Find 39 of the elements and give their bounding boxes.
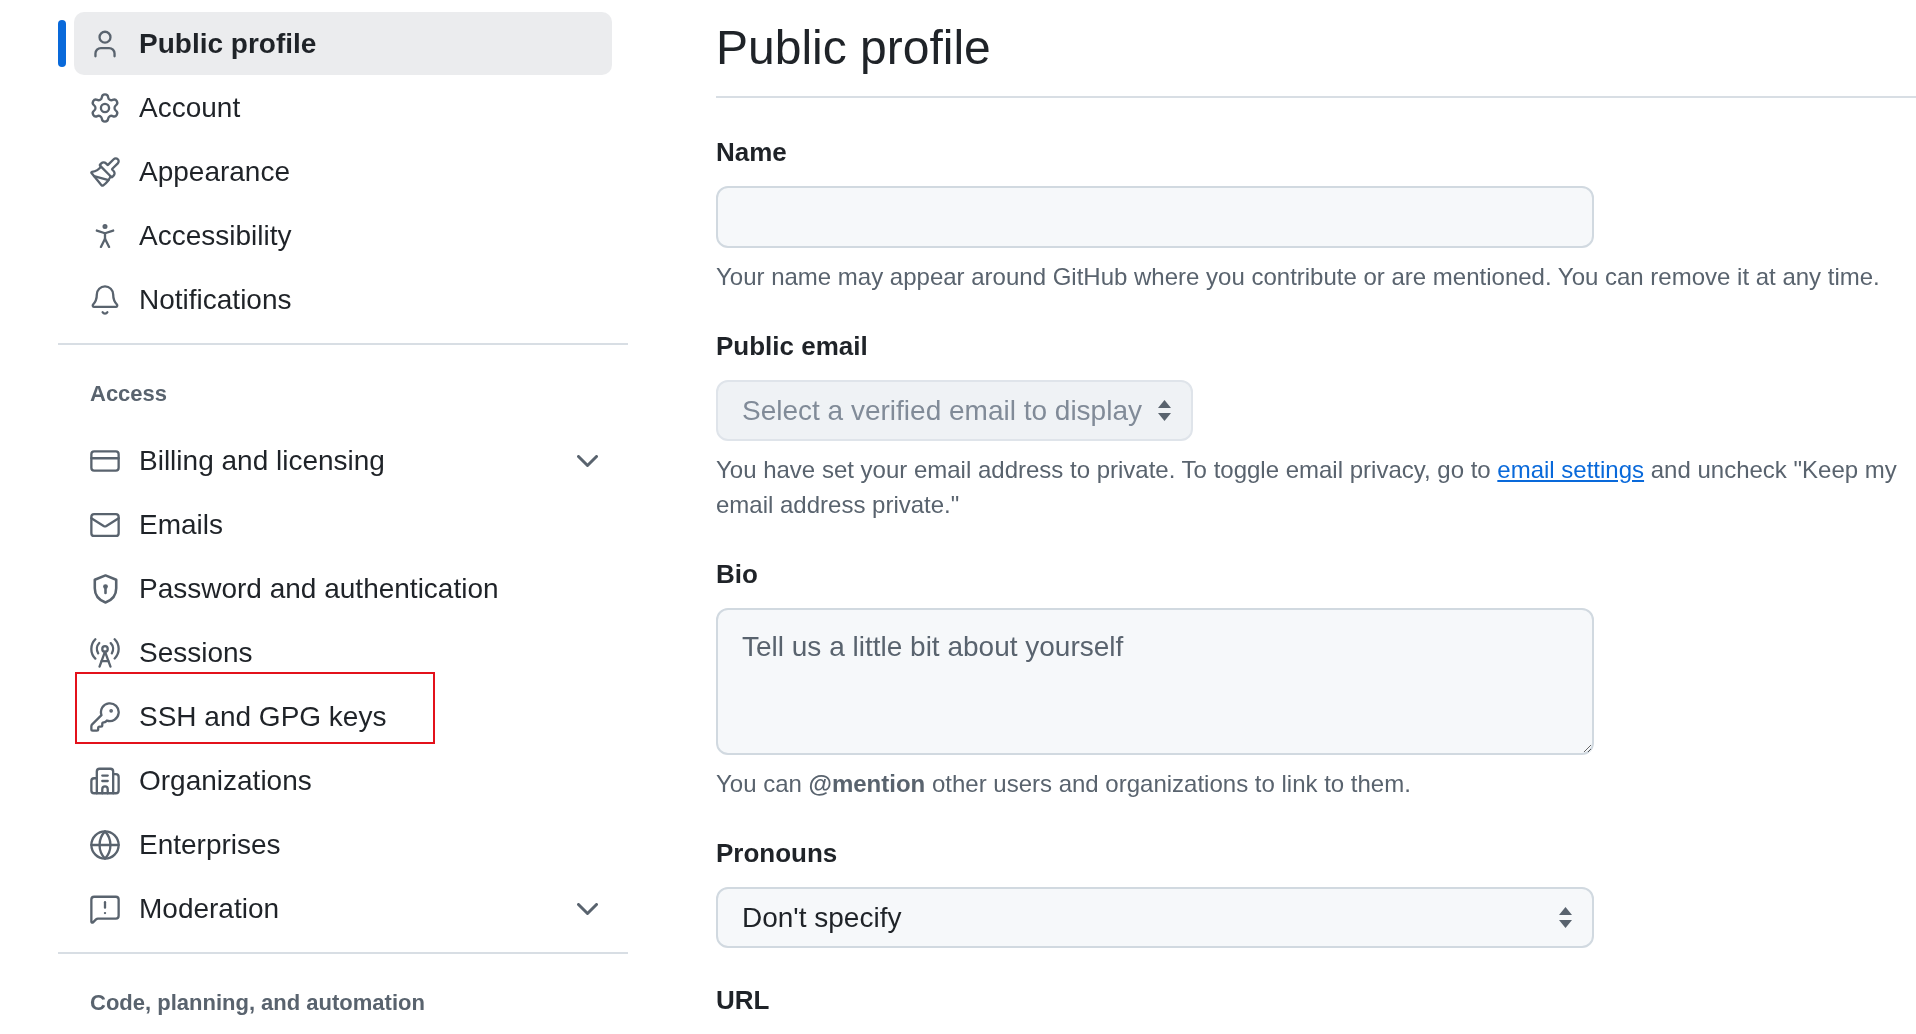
alert-bubble-icon	[90, 893, 120, 924]
building-icon	[90, 765, 120, 796]
sidebar-item[interactable]: Public profile	[74, 12, 612, 75]
sidebar-item[interactable]: Notifications	[74, 268, 612, 331]
help-text: You have set your email address to private. To toggle email privacy, go to email settings and uncheck "Keep my email address private."	[716, 455, 1898, 520]
field-label: Name	[716, 137, 787, 167]
selection-indicator	[58, 20, 66, 67]
sidebar-item[interactable]: Billing and licensing	[74, 429, 612, 492]
section-heading: Code, planning, and automation	[89, 989, 426, 1017]
help-text: You can @mention other users and organizations to link to them.	[716, 769, 1412, 799]
sidebar-item[interactable]: Enterprises	[74, 813, 612, 876]
sidebar-item[interactable]: Accessibility	[74, 204, 612, 267]
shield-icon	[92, 573, 118, 604]
sidebar-item[interactable]: SSH and GPG keys	[74, 685, 612, 748]
text-area-field[interactable]: Tell us a little bit about yourself	[716, 608, 1594, 755]
sidebar-item[interactable]: Emails	[74, 493, 612, 556]
sidebar-item[interactable]: Moderation	[74, 877, 612, 940]
settings-icon	[90, 92, 120, 123]
sidebar-item[interactable]: Sessions	[74, 621, 612, 684]
sort-arrows-icon	[1158, 400, 1171, 421]
sidebar-item[interactable]: Password and authentication	[74, 557, 612, 620]
field-label: URL	[716, 985, 770, 1015]
field-label: Public email	[716, 331, 868, 361]
sidebar-item[interactable]: Organizations	[74, 749, 612, 812]
text-field[interactable]	[716, 186, 1594, 248]
section-heading: Access	[89, 380, 169, 408]
field-label: Bio	[716, 559, 758, 589]
sidebar-item[interactable]: Appearance	[74, 140, 612, 203]
antenna-icon	[90, 637, 120, 668]
sidebar-item[interactable]: Account	[74, 76, 612, 139]
sort-arrows-icon	[1559, 907, 1572, 928]
globe-icon	[90, 829, 120, 860]
page-title: Public profile	[716, 0, 1916, 98]
key-icon	[90, 701, 120, 732]
dropdown[interactable]: Don't specify	[716, 887, 1594, 948]
field-label: Pronouns	[716, 838, 838, 868]
help-text: Your name may appear around GitHub where you contribute or are mentioned. You can remove it at any time.	[716, 262, 1881, 292]
paintbrush-icon	[90, 156, 120, 187]
bell-icon	[90, 284, 120, 315]
